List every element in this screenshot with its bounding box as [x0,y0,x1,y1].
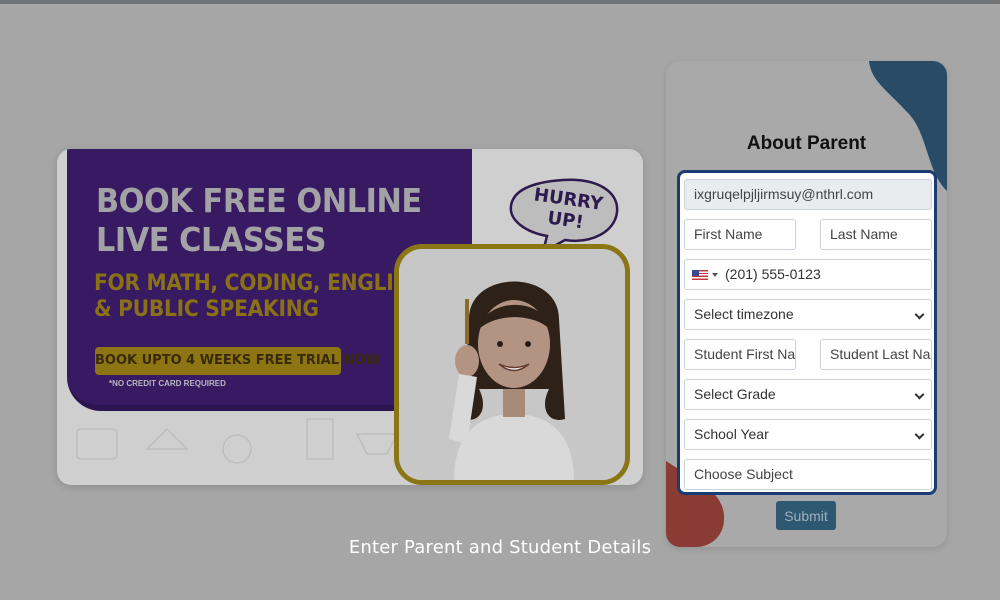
student-first-name-field[interactable]: Student First Na [684,339,796,370]
school-year-select[interactable]: School Year [684,419,932,450]
headline-line-1: BOOK FREE ONLINE [96,181,422,220]
promo-banner: BOOK FREE ONLINE LIVE CLASSES FOR MATH, … [57,149,643,485]
chevron-down-icon[interactable] [712,273,718,277]
first-name-field[interactable]: First Name [684,219,796,250]
free-trial-cta: BOOK UPTO 4 WEEKS FREE TRIAL NOW [95,347,380,375]
timezone-select[interactable]: Select timezone [684,299,932,330]
no-credit-card-note: *NO CREDIT CARD REQUIRED [109,379,226,388]
form-title: About Parent [746,133,867,154]
submit-button[interactable]: Submit [776,501,836,530]
school-year-value: School Year [694,426,769,442]
student-photo [394,244,630,485]
last-name-field[interactable]: Last Name [820,219,932,250]
banner-headline: BOOK FREE ONLINE LIVE CLASSES [96,181,422,259]
us-flag-icon[interactable] [692,270,708,280]
subject-field[interactable]: Choose Subject [684,459,932,490]
phone-value: (201) 555-0123 [725,266,821,282]
timezone-value: Select timezone [694,306,794,322]
student-last-name-field[interactable]: Student Last Na [820,339,932,370]
subhead-line-2: & PUBLIC SPEAKING [94,297,319,322]
headline-line-2: LIVE CLASSES [96,220,327,259]
grade-value: Select Grade [694,386,776,402]
instruction-caption: Enter Parent and Student Details [348,537,652,558]
form-highlight: ixgruqelpjljirmsuy@nthrl.com First Name … [677,170,937,495]
email-field[interactable]: ixgruqelpjljirmsuy@nthrl.com [684,179,932,210]
subhead-line-1: FOR MATH, CODING, ENGLISH [94,271,425,296]
banner-subhead: FOR MATH, CODING, ENGLISH & PUBLIC SPEAK… [94,271,425,323]
phone-field[interactable]: (201) 555-0123 [684,259,932,290]
grade-select[interactable]: Select Grade [684,379,932,410]
girl-illustration [399,249,625,480]
